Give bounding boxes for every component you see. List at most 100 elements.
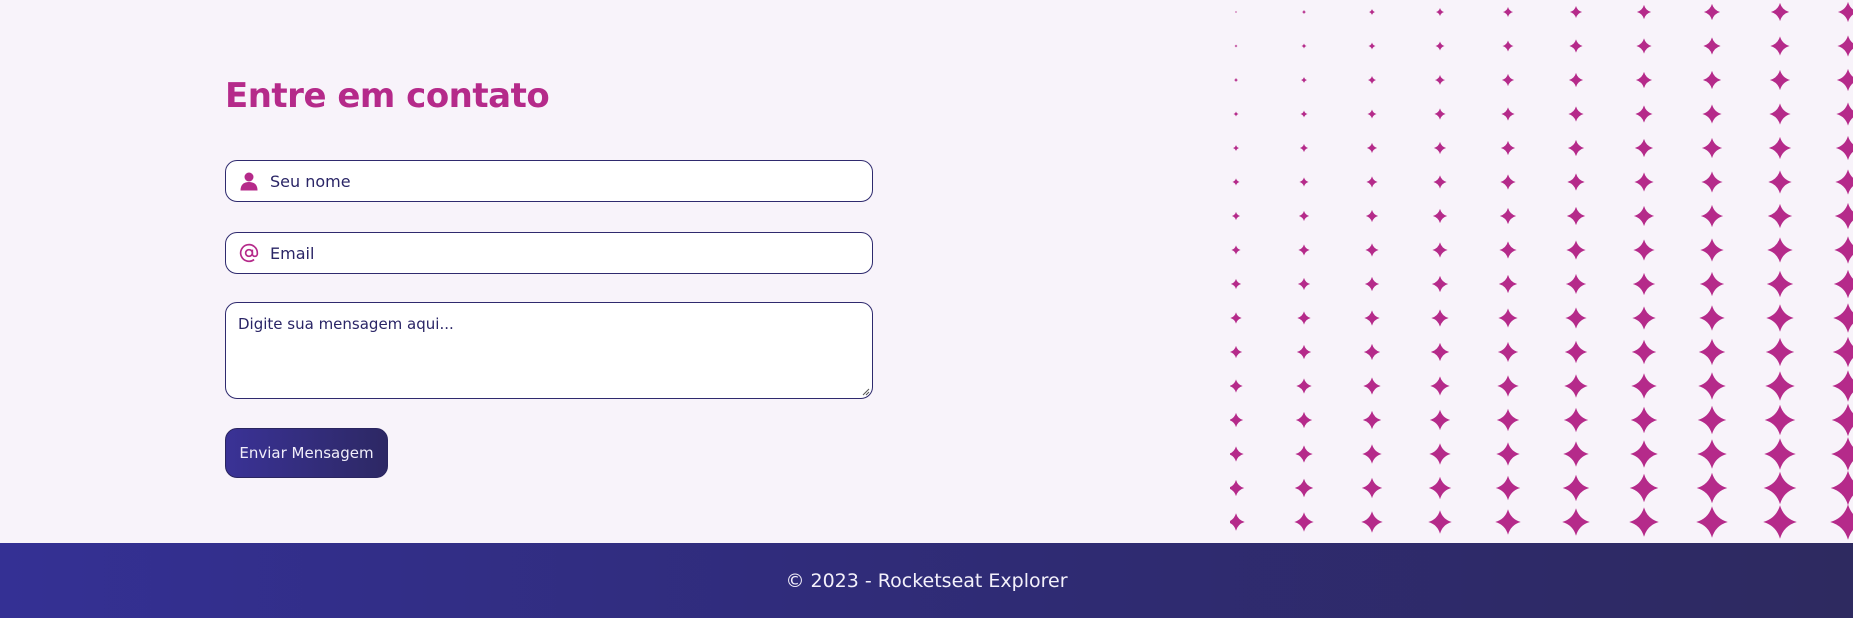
sparkle-star-icon (1630, 406, 1658, 434)
sparkle-star-icon (1699, 305, 1725, 331)
resize-handle-icon[interactable] (862, 388, 870, 396)
sparkle-star-icon (1565, 307, 1587, 329)
sparkle-star-icon (1432, 242, 1448, 258)
sparkle-star-icon (1429, 443, 1451, 465)
sparkle-star-icon (1833, 269, 1853, 299)
sparkle-star-icon (1764, 438, 1796, 470)
sparkle-star-icon (1230, 379, 1243, 393)
sparkle-star-icon (1300, 76, 1308, 84)
sparkle-star-icon (1632, 272, 1656, 296)
sparkle-star-icon (1765, 337, 1795, 367)
message-textarea[interactable] (225, 302, 873, 399)
sparkle-star-icon (1501, 107, 1515, 121)
sparkle-star-icon (1837, 35, 1853, 57)
sparkle-star-icon (1368, 42, 1376, 50)
sparkle-star-icon (1500, 140, 1516, 156)
sparkle-star-icon (1230, 312, 1242, 324)
sparkle-star-icon (1769, 103, 1791, 125)
sparkle-star-icon (1567, 173, 1585, 191)
sparkle-star-icon (1232, 144, 1240, 152)
sparkle-star-icon (1294, 512, 1314, 532)
sparkle-star-icon (1768, 136, 1792, 160)
sparkle-star-icon (1433, 141, 1447, 155)
sparkle-star-icon (1565, 273, 1587, 295)
sparkle-star-icon (1299, 177, 1309, 187)
sparkle-star-icon (1230, 412, 1244, 428)
sparkle-star-icon (1697, 405, 1727, 435)
sparkle-star-icon (1701, 171, 1723, 193)
sparkle-star-icon (1563, 407, 1589, 433)
sparkle-star-icon (1429, 409, 1451, 431)
send-message-button[interactable]: Enviar Mensagem (225, 428, 388, 478)
sparkle-star-icon (1363, 377, 1381, 395)
sparkle-star-icon (1701, 137, 1723, 159)
sparkle-star-icon (1562, 474, 1590, 502)
sparkle-star-icon (1830, 504, 1853, 540)
sparkle-star-icon (1766, 270, 1794, 298)
sparkle-star-icon (1234, 44, 1238, 48)
sparkle-star-icon (1297, 311, 1311, 325)
sparkle-star-icon (1833, 303, 1853, 333)
sparkle-star-icon (1832, 336, 1853, 368)
sparkle-star-icon (1301, 43, 1307, 49)
sparkle-star-icon (1635, 105, 1653, 123)
sparkle-star-icon (1300, 110, 1308, 118)
sparkle-star-icon (1630, 440, 1658, 468)
sparkle-star-icon (1768, 170, 1792, 194)
sparkle-star-icon (1831, 403, 1853, 437)
sparkle-star-icon (1495, 509, 1521, 535)
sparkle-star-icon (1563, 441, 1589, 467)
footer: © 2023 - Rocketseat Explorer (0, 543, 1853, 618)
sparkle-star-icon (1834, 236, 1853, 264)
sparkle-star-icon (1230, 345, 1243, 359)
sparkle-star-icon (1702, 104, 1722, 124)
sparkle-star-icon (1830, 470, 1853, 506)
sparkle-star-icon (1233, 77, 1239, 83)
sparkle-star-icon (1568, 72, 1584, 88)
sparkle-star-icon (1634, 172, 1654, 192)
sparkle-star-icon (1703, 37, 1721, 55)
sparkle-star-icon (1428, 476, 1452, 500)
sparkle-star-icon (1702, 70, 1722, 90)
sparkle-star-icon (1430, 376, 1450, 396)
footer-copyright: © 2023 - Rocketseat Explorer (785, 569, 1068, 592)
sparkle-star-icon (1836, 68, 1853, 92)
sparkle-star-icon (1636, 4, 1652, 20)
name-input[interactable] (270, 171, 872, 191)
sparkle-star-icon (1699, 271, 1725, 297)
name-field[interactable] (225, 160, 873, 202)
sparkle-star-icon (1769, 69, 1791, 91)
sparkle-star-icon (1832, 370, 1853, 402)
sparkle-star-icon (1636, 38, 1652, 54)
sparkle-star-icon (1633, 239, 1655, 261)
sparkle-star-icon (1631, 339, 1657, 365)
sparkle-star-icon (1361, 511, 1383, 533)
sparkle-star-icon (1362, 410, 1382, 430)
sparkle-star-icon (1700, 238, 1724, 262)
sparkle-star-icon (1364, 276, 1380, 292)
sparkle-star-icon (1368, 8, 1376, 16)
sparkle-star-icon (1696, 506, 1728, 538)
email-input[interactable] (270, 243, 872, 263)
sparkle-star-icon (1434, 108, 1446, 120)
sparkle-star-icon (1363, 343, 1381, 361)
email-field[interactable] (225, 232, 873, 274)
sparkle-star-icon (1765, 371, 1795, 401)
sparkle-star-icon (1435, 41, 1445, 51)
sparkle-star-icon (1230, 278, 1242, 290)
sparkle-star-icon (1366, 176, 1378, 188)
sparkle-star-icon (1430, 342, 1450, 362)
sparkle-pattern (1230, 1, 1853, 540)
contact-section: Entre em contato Enviar Mensagem (0, 0, 1853, 543)
sparkle-star-icon (1767, 203, 1793, 229)
sparkle-star-icon (1496, 442, 1520, 466)
sparkle-star-icon (1836, 102, 1853, 126)
sparkle-star-icon (1431, 309, 1449, 327)
sparkle-star-icon (1632, 306, 1656, 330)
sparkle-star-icon (1835, 135, 1853, 161)
sparkle-star-icon (1296, 344, 1312, 360)
sparkle-star-icon (1230, 479, 1245, 497)
sparkle-star-icon (1502, 40, 1514, 52)
sparkle-star-icon (1295, 411, 1313, 429)
sparkle-star-icon (1629, 473, 1659, 503)
